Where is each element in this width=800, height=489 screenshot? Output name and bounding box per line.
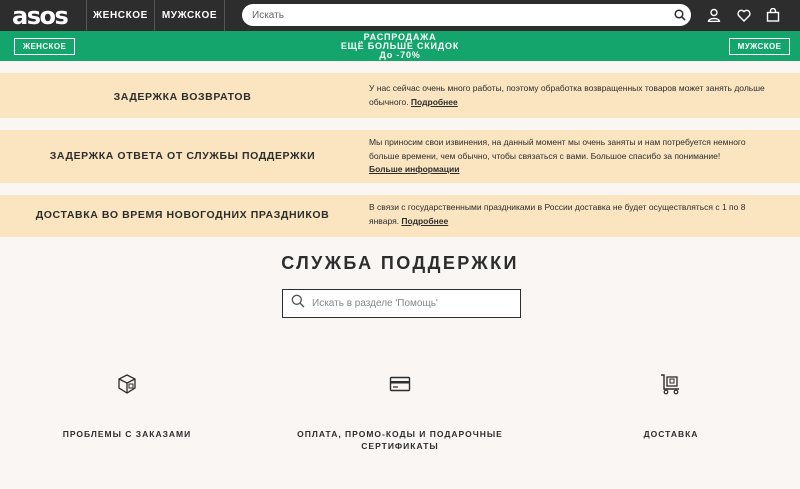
promo-women-button[interactable]: ЖЕНСКОЕ xyxy=(14,38,75,55)
promo-text[interactable]: РАСПРОДАЖА ЕЩЁ БОЛЬШЕ СКИДОК До -70% xyxy=(250,33,550,60)
promo-men-button[interactable]: МУЖСКОЕ xyxy=(729,38,790,55)
card-icon xyxy=(280,370,520,398)
delivery-cart-icon xyxy=(551,370,791,398)
notice-returns-delay: ЗАДЕРЖКА ВОЗВРАТОВ У нас сейчас очень мн… xyxy=(0,73,800,118)
notice-more-link[interactable]: Подробнее xyxy=(411,97,458,107)
user-icon[interactable] xyxy=(706,7,722,23)
search-input[interactable] xyxy=(252,9,669,21)
notice-body: В связи с государственными праздниками в… xyxy=(369,201,769,228)
nav-tab-men[interactable]: МУЖСКОЕ xyxy=(155,0,225,31)
category-label: ОПЛАТА, ПРОМО-КОДЫ И ПОДАРОЧНЫЕ СЕРТИФИК… xyxy=(297,429,503,451)
notice-text: Мы приносим свои извинения, на данный мо… xyxy=(369,137,746,161)
page-title: СЛУЖБА ПОДДЕРЖКИ xyxy=(281,253,519,273)
top-header: asos ЖЕНСКОЕ МУЖСКОЕ xyxy=(0,0,800,31)
asos-logo[interactable]: asos xyxy=(0,0,87,31)
promo-line-3: До -70% xyxy=(379,50,421,60)
search-icon[interactable] xyxy=(669,4,691,26)
help-search-input[interactable] xyxy=(312,298,520,309)
category-delivery[interactable]: ДОСТАВКА xyxy=(551,370,791,440)
notice-support-delay: ЗАДЕРЖКА ОТВЕТА ОТ СЛУЖБЫ ПОДДЕРЖКИ Мы п… xyxy=(0,130,800,183)
notice-title: ЗАДЕРЖКА ВОЗВРАТОВ xyxy=(113,91,252,103)
notice-more-link[interactable]: Подробнее xyxy=(401,216,448,226)
heart-icon[interactable] xyxy=(736,7,752,23)
notice-holiday-delivery: ДОСТАВКА ВО ВРЕМЯ НОВОГОДНИХ ПРАЗДНИКОВ … xyxy=(0,195,800,237)
notice-body: У нас сейчас очень много работы, поэтому… xyxy=(369,82,769,109)
notice-title: ЗАДЕРЖКА ОТВЕТА ОТ СЛУЖБЫ ПОДДЕРЖКИ xyxy=(49,150,316,162)
help-search-box xyxy=(282,289,521,318)
notice-body: Мы приносим свои извинения, на данный мо… xyxy=(369,136,769,177)
notice-title: ДОСТАВКА ВО ВРЕМЯ НОВОГОДНИХ ПРАЗДНИКОВ xyxy=(35,209,330,221)
category-label: ДОСТАВКА xyxy=(643,429,699,439)
category-label: ПРОБЛЕМЫ С ЗАКАЗАМИ xyxy=(62,429,192,439)
nav-tab-women[interactable]: ЖЕНСКОЕ xyxy=(87,0,155,31)
category-payment[interactable]: ОПЛАТА, ПРОМО-КОДЫ И ПОДАРОЧНЫЕ СЕРТИФИК… xyxy=(280,370,520,452)
category-order-issues[interactable]: ПРОБЛЕМЫ С ЗАКАЗАМИ xyxy=(7,370,247,440)
search-bar xyxy=(242,4,691,26)
box-icon xyxy=(7,370,247,398)
promo-banner: ЖЕНСКОЕ РАСПРОДАЖА ЕЩЁ БОЛЬШЕ СКИДОК До … xyxy=(0,31,800,61)
notice-more-info-link[interactable]: Больше информации xyxy=(369,164,459,174)
search-icon xyxy=(291,294,305,313)
bag-icon[interactable] xyxy=(765,7,781,23)
